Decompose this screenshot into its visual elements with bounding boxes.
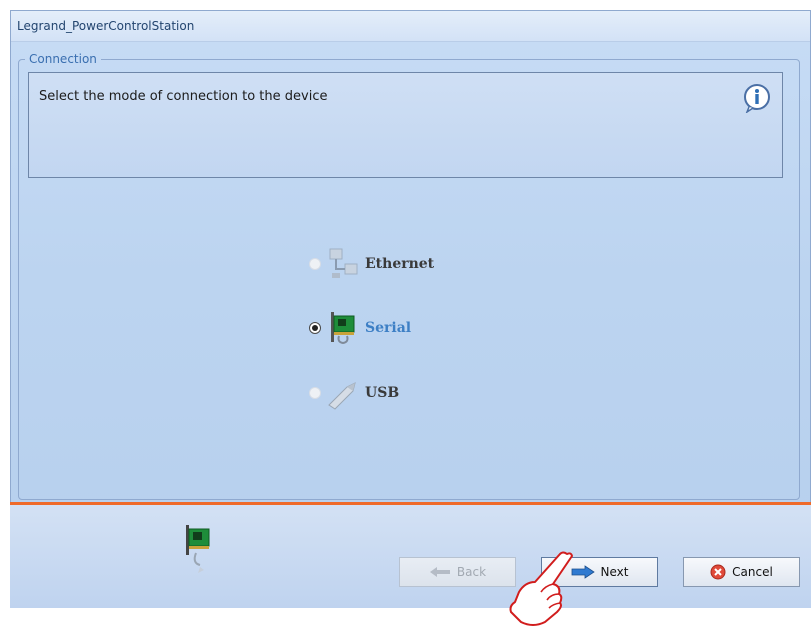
- usb-icon: [328, 382, 356, 410]
- info-box: Select the mode of connection to the dev…: [28, 72, 783, 178]
- cancel-button[interactable]: Cancel: [683, 557, 800, 587]
- ethernet-label: Ethernet: [365, 256, 435, 272]
- cancel-label: Cancel: [732, 565, 773, 579]
- option-serial[interactable]: Serial: [309, 308, 411, 348]
- usb-label: USB: [365, 385, 400, 401]
- pointing-hand-icon: [509, 551, 573, 626]
- info-icon[interactable]: [742, 83, 772, 113]
- serial-card-icon: [331, 312, 355, 345]
- window-title: Legrand_PowerControlStation: [17, 19, 195, 33]
- usb-radio[interactable]: [309, 387, 321, 399]
- back-label: Back: [456, 565, 487, 579]
- next-label: Next: [600, 565, 629, 579]
- back-arrow-icon: [429, 567, 450, 577]
- back-button[interactable]: Back: [399, 557, 516, 587]
- serial-radio[interactable]: [309, 322, 321, 334]
- info-message: Select the mode of connection to the dev…: [39, 89, 328, 104]
- ethernet-icon: [329, 248, 358, 278]
- group-legend: Connection: [29, 52, 97, 66]
- option-usb[interactable]: USB: [309, 373, 399, 413]
- serial-label: Serial: [365, 320, 412, 336]
- option-ethernet[interactable]: Ethernet: [309, 244, 434, 284]
- serial-card-status-icon: [186, 525, 210, 573]
- cancel-icon: [710, 564, 726, 580]
- ethernet-radio[interactable]: [309, 258, 321, 270]
- title-bar: Legrand_PowerControlStation: [11, 11, 810, 42]
